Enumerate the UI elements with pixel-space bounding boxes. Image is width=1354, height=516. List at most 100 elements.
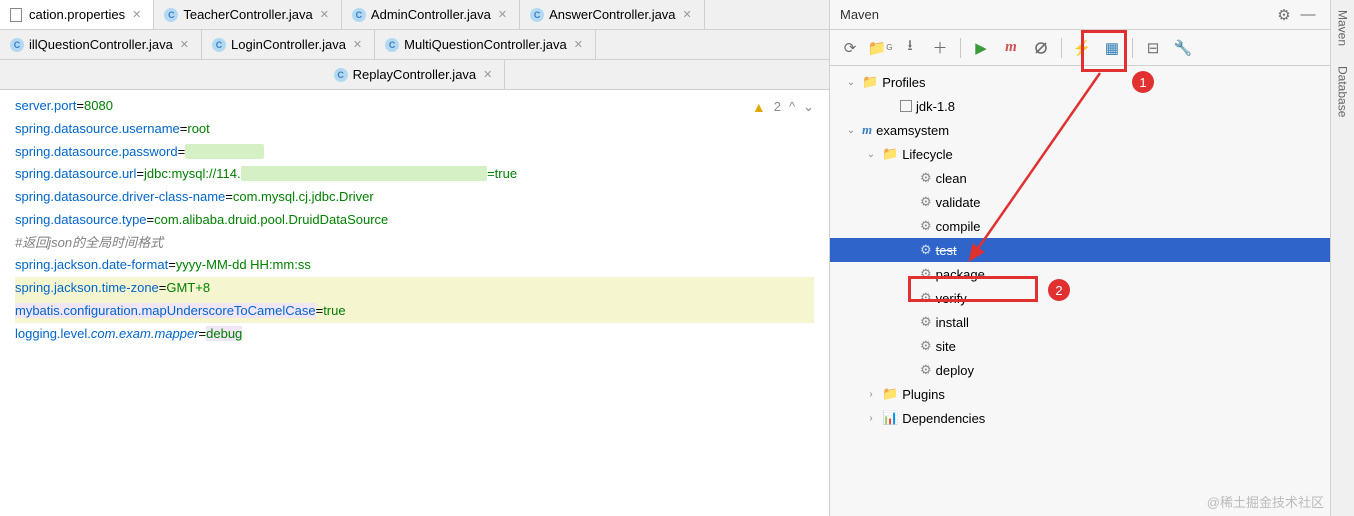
plugins-node[interactable]: ›📁Plugins <box>830 382 1330 406</box>
lifecycle-goal-site[interactable]: ⚙site <box>830 334 1330 358</box>
tree-label: Plugins <box>902 387 945 402</box>
properties-file-icon <box>10 8 24 22</box>
refresh-icon[interactable]: ⟳ <box>838 36 862 60</box>
lifecycle-goal-validate[interactable]: ⚙ validate <box>830 190 1330 214</box>
settings-icon[interactable]: 🔧 <box>1171 36 1195 60</box>
code-line[interactable]: mybatis.configuration.mapUnderscoreToCam… <box>15 300 814 323</box>
inspection-badge[interactable]: ▲ 2 ^ ⌄ <box>752 95 814 120</box>
tree-label: install <box>936 315 969 330</box>
gear-icon: ⚙ <box>920 218 932 234</box>
chevron-icon: ⌄ <box>844 77 858 88</box>
lifecycle-goal-test[interactable]: ⚙test <box>830 238 1330 262</box>
tree-label: Profiles <box>882 75 925 90</box>
tree-label: clean <box>936 171 967 186</box>
editor-tab[interactable]: LoginController.java✕ <box>202 30 375 59</box>
profiles-icon: 📁 <box>862 74 878 90</box>
gear-icon: ⚙ <box>920 170 932 186</box>
gear-icon: ⚙ <box>920 194 932 210</box>
editor-tab[interactable]: AnswerController.java✕ <box>520 0 705 29</box>
chevron-icon: › <box>864 413 878 424</box>
tree-label: test <box>936 243 957 258</box>
gear-icon[interactable]: ⚙ <box>1272 3 1296 27</box>
code-line[interactable]: logging.level.com.exam.mapper=debug <box>15 323 814 346</box>
profiles-node[interactable]: ⌄ 📁 Profiles <box>830 70 1330 94</box>
tree-label: package <box>936 267 985 282</box>
java-class-icon <box>530 8 544 22</box>
code-line[interactable]: #返回json的全局时间格式 <box>15 232 814 255</box>
gear-icon: ⚙ <box>920 266 932 282</box>
skip-tests-icon[interactable]: ⚡ <box>1070 36 1094 60</box>
dependencies-node[interactable]: ›📊Dependencies <box>830 406 1330 430</box>
run-icon[interactable]: ▶ <box>969 36 993 60</box>
close-icon[interactable]: ✕ <box>572 38 585 51</box>
close-icon[interactable]: ✕ <box>318 8 331 21</box>
code-line[interactable]: spring.datasource.username=root <box>15 118 814 141</box>
code-line[interactable]: spring.datasource.url=jdbc:mysql://114.x… <box>15 163 814 186</box>
lifecycle-goal-clean[interactable]: ⚙ clean <box>830 166 1330 190</box>
editor-tab[interactable]: illQuestionController.java ✕ <box>0 30 202 59</box>
maven-title: Maven <box>840 7 1272 22</box>
chevron-icon: ⌄ <box>844 125 858 136</box>
editor-tab[interactable]: MultiQuestionController.java ✕ <box>375 30 596 59</box>
collapse-icon[interactable]: ⊟ <box>1141 36 1165 60</box>
checkbox[interactable] <box>900 100 912 112</box>
tree-label: examsystem <box>876 123 949 138</box>
gear-icon: ⚙ <box>920 338 932 354</box>
close-icon[interactable]: ✕ <box>130 8 143 21</box>
tree-label: Dependencies <box>902 411 985 426</box>
gear-icon: ⚙ <box>920 314 932 330</box>
code-line[interactable]: spring.jackson.time-zone=GMT+8 <box>15 277 814 300</box>
side-tab-maven[interactable]: Maven <box>1336 10 1350 46</box>
close-icon[interactable]: ✕ <box>351 38 364 51</box>
lifecycle-goal-compile[interactable]: ⚙compile <box>830 214 1330 238</box>
lifecycle-icon: 📁 <box>882 146 898 162</box>
java-class-icon <box>352 8 366 22</box>
lifecycle-goal-package[interactable]: ⚙ package <box>830 262 1330 286</box>
lifecycle-goal-verify[interactable]: ⚙verify <box>830 286 1330 310</box>
java-class-icon <box>10 38 24 52</box>
code-line[interactable]: spring.datasource.driver-class-name=com.… <box>15 186 814 209</box>
download-icon[interactable]: ⭳ <box>898 36 922 60</box>
lifecycle-goal-deploy[interactable]: ⚙deploy <box>830 358 1330 382</box>
side-tab-database[interactable]: Database <box>1336 66 1350 117</box>
java-class-icon <box>212 38 226 52</box>
code-line[interactable]: spring.jackson.date-format=yyyy-MM-dd HH… <box>15 254 814 277</box>
code-line[interactable]: server.port=8080 <box>15 95 814 118</box>
close-icon[interactable]: ✕ <box>178 38 191 51</box>
next-highlight-icon[interactable]: ⌄ <box>803 96 814 119</box>
lifecycle-goal-install[interactable]: ⚙ install <box>830 310 1330 334</box>
hide-icon[interactable]: — <box>1296 3 1320 27</box>
code-line[interactable]: spring.datasource.type=com.alibaba.druid… <box>15 209 814 232</box>
show-deps-icon[interactable]: ▦ <box>1100 36 1124 60</box>
profile-item[interactable]: jdk-1.8 <box>830 94 1330 118</box>
maven-toolbar: ⟳ 📁G ⭳ ＋ ▶ m ⚡ ▦ ⊟ 🔧 <box>830 30 1330 66</box>
tree-label: deploy <box>936 363 974 378</box>
close-icon[interactable]: ✕ <box>496 8 509 21</box>
code-line[interactable]: spring.datasource.password=xxxxxx <box>15 141 814 164</box>
add-icon[interactable]: ＋ <box>928 36 952 60</box>
plugins-icon: 📁 <box>882 386 898 402</box>
editor-tab[interactable]: AdminController.java✕ <box>342 0 520 29</box>
tab-label: ReplayController.java <box>353 67 477 82</box>
maven-project-icon: m <box>862 122 872 138</box>
editor-tab[interactable]: cation.properties✕ <box>0 0 154 29</box>
warning-icon: ▲ <box>752 95 766 120</box>
generate-sources-icon[interactable]: 📁G <box>868 36 892 60</box>
toggle-offline-icon[interactable] <box>1029 36 1053 60</box>
project-node[interactable]: ⌄ m examsystem <box>830 118 1330 142</box>
editor-tab[interactable]: TeacherController.java✕ <box>154 0 342 29</box>
annotation-bubble-2: 2 <box>1048 279 1070 301</box>
tree-label: validate <box>936 195 981 210</box>
close-icon[interactable]: ✕ <box>481 68 494 81</box>
editor-tab[interactable]: ReplayController.java ✕ <box>324 60 506 89</box>
tree-label: jdk-1.8 <box>916 99 955 114</box>
close-icon[interactable]: ✕ <box>681 8 694 21</box>
tab-label: illQuestionController.java <box>29 37 173 52</box>
editor-body[interactable]: ▲ 2 ^ ⌄ server.port=8080spring.datasourc… <box>0 90 829 516</box>
tab-label: MultiQuestionController.java <box>404 37 567 52</box>
java-class-icon <box>164 8 178 22</box>
java-class-icon <box>334 68 348 82</box>
prev-highlight-icon[interactable]: ^ <box>789 96 795 119</box>
lifecycle-node[interactable]: ⌄📁Lifecycle <box>830 142 1330 166</box>
execute-goal-icon[interactable]: m <box>999 36 1023 60</box>
